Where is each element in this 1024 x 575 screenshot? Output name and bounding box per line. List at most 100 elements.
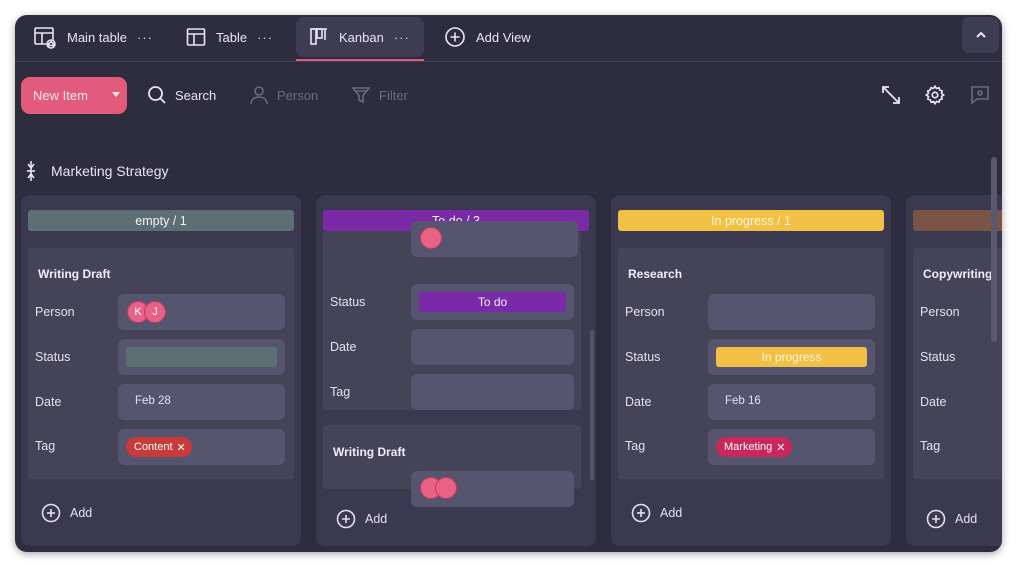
person-icon xyxy=(250,86,268,105)
app-window: Main table ··· Table ··· Kanban ··· Add … xyxy=(15,15,1002,552)
kanban-card[interactable]: Writing Draft Person K J Status Date Feb… xyxy=(28,248,294,479)
gear-icon xyxy=(924,84,946,106)
expand-button[interactable] xyxy=(879,83,903,107)
tag-label: Marketing xyxy=(724,441,773,453)
tag-label: Content xyxy=(134,441,173,453)
kanban-card[interactable]: Research Person Status In progress Date … xyxy=(618,248,884,479)
feedback-button[interactable] xyxy=(968,83,992,107)
status-pill xyxy=(126,347,277,367)
avatar[interactable]: J xyxy=(144,301,166,323)
date-value: Feb 28 xyxy=(135,395,171,407)
filter-button[interactable]: Filter xyxy=(351,81,408,109)
chevron-up-icon xyxy=(975,31,986,38)
card-title: Writing Draft xyxy=(333,445,406,459)
avatar[interactable] xyxy=(420,227,442,249)
avatar[interactable] xyxy=(435,477,457,499)
kanban-card[interactable]: Writing Draft xyxy=(323,425,581,507)
person-field[interactable] xyxy=(708,294,875,330)
field-label-status: Status xyxy=(35,350,71,364)
status-field[interactable]: In progress xyxy=(708,339,875,375)
plus-circle-icon xyxy=(445,27,465,47)
kanban-card[interactable]: Status To do Date Tag xyxy=(323,221,581,410)
new-item-button[interactable]: New Item xyxy=(21,77,127,114)
remove-tag-icon[interactable]: ✕ xyxy=(776,441,785,454)
collapse-group-icon[interactable] xyxy=(25,160,37,182)
status-field[interactable] xyxy=(118,339,285,375)
tab-label: Kanban xyxy=(339,29,384,45)
date-field[interactable]: Feb 28 xyxy=(118,384,285,420)
add-label: Add xyxy=(660,506,683,520)
field-label-person: Person xyxy=(625,305,665,319)
kanban-column-empty: empty / 1 Writing Draft Person K J Statu… xyxy=(21,195,301,546)
person-filter-button[interactable]: Person xyxy=(249,81,318,109)
person-label: Person xyxy=(277,87,319,103)
add-view-button[interactable]: Add View xyxy=(444,17,531,57)
add-card-button[interactable]: Add xyxy=(41,503,92,523)
status-field[interactable]: To do xyxy=(411,284,574,320)
status-pill: In progress xyxy=(716,347,867,367)
tag-field[interactable]: Content ✕ xyxy=(118,429,285,465)
caret-down-icon[interactable] xyxy=(111,91,121,99)
filter-icon xyxy=(351,87,371,104)
remove-tag-icon[interactable]: ✕ xyxy=(177,441,186,454)
tab-main-table[interactable]: Main table ··· xyxy=(33,17,153,57)
card-title: Writing Draft xyxy=(38,267,111,281)
kanban-card[interactable]: Copywriting Person Status Date Tag xyxy=(913,248,1002,479)
view-tab-bar: Main table ··· Table ··· Kanban ··· Add … xyxy=(15,15,1002,62)
filter-label: Filter xyxy=(379,87,408,103)
kanban-column-in-progress: In progress / 1 Research Person Status I… xyxy=(611,195,891,546)
tag-field[interactable] xyxy=(411,374,574,410)
add-card-button[interactable]: Add xyxy=(336,509,387,529)
board-scrollbar[interactable] xyxy=(991,157,997,342)
date-value: Feb 16 xyxy=(725,395,761,407)
settings-button[interactable] xyxy=(923,83,947,107)
add-label: Add xyxy=(955,512,978,526)
column-header[interactable]: In progress / 1 xyxy=(618,210,884,231)
add-view-label: Add View xyxy=(476,29,531,45)
column-header[interactable]: empty / 1 xyxy=(28,210,294,231)
tab-menu-icon[interactable]: ··· xyxy=(137,30,153,45)
field-label-date: Date xyxy=(625,395,652,409)
person-field[interactable] xyxy=(411,471,574,507)
field-label-tag: Tag xyxy=(35,439,56,453)
tag-chip[interactable]: Marketing ✕ xyxy=(716,437,792,457)
field-label-status: Status xyxy=(330,295,366,309)
plus-circle-icon xyxy=(336,509,356,529)
column-header[interactable] xyxy=(913,210,1002,231)
field-label-status: Status xyxy=(920,350,956,364)
table-home-icon xyxy=(34,27,56,49)
add-card-button[interactable]: Add xyxy=(631,503,682,523)
toolbar: New Item Search Person Filter xyxy=(15,61,1002,131)
tab-menu-icon[interactable]: ··· xyxy=(394,30,410,45)
card-title: Copywriting xyxy=(923,267,993,281)
expand-arrows-icon xyxy=(882,86,900,104)
status-pill: To do xyxy=(419,292,566,312)
tag-chip[interactable]: Content ✕ xyxy=(126,437,192,457)
search-button[interactable]: Search xyxy=(147,81,216,109)
field-label-date: Date xyxy=(330,340,357,354)
field-label-tag: Tag xyxy=(920,439,941,453)
column-scrollbar[interactable] xyxy=(590,330,594,480)
date-field[interactable]: Feb 16 xyxy=(708,384,875,420)
field-label-tag: Tag xyxy=(625,439,646,453)
plus-circle-icon xyxy=(926,509,946,529)
tab-kanban[interactable]: Kanban ··· xyxy=(296,17,424,61)
tab-table[interactable]: Table ··· xyxy=(186,17,273,57)
add-card-button[interactable]: Add xyxy=(926,509,977,529)
tab-menu-icon[interactable]: ··· xyxy=(257,30,273,45)
board-title-text: Marketing Strategy xyxy=(51,163,169,179)
board-title: Marketing Strategy xyxy=(25,160,169,182)
tag-field[interactable]: Marketing ✕ xyxy=(708,429,875,465)
kanban-column-fourth: Copywriting Person Status Date Tag Add xyxy=(906,195,1002,546)
date-field[interactable] xyxy=(411,329,574,365)
collapse-button[interactable] xyxy=(962,17,999,53)
field-label-tag: Tag xyxy=(330,385,351,399)
field-label-person: Person xyxy=(920,305,960,319)
plus-circle-icon xyxy=(41,503,61,523)
person-field[interactable]: K J xyxy=(118,294,285,330)
person-field[interactable] xyxy=(411,221,578,257)
add-label: Add xyxy=(365,512,388,526)
kanban-icon xyxy=(310,28,327,45)
field-label-status: Status xyxy=(625,350,661,364)
field-label-person: Person xyxy=(35,305,75,319)
